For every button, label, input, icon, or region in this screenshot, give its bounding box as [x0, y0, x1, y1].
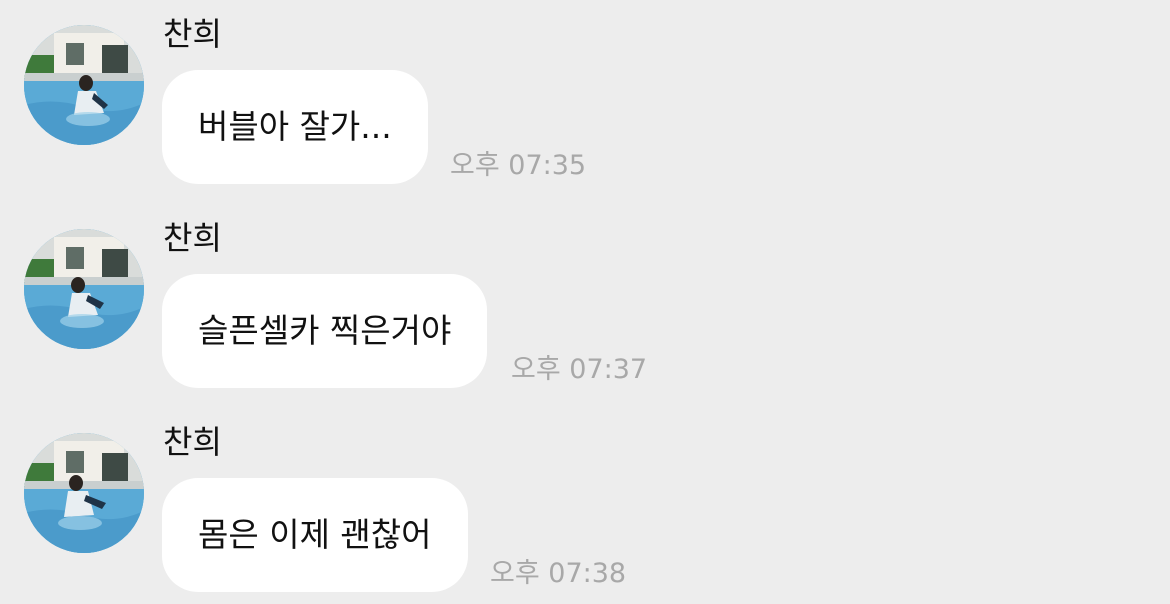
- message-bubble[interactable]: 버블아 잘가...: [162, 70, 428, 184]
- sender-avatar[interactable]: [24, 229, 144, 349]
- sender-name: 찬희: [163, 423, 222, 461]
- chat-message: 찬희 몸은 이제 괜찮어 오후 07:38: [0, 408, 1170, 598]
- sender-name: 찬희: [163, 15, 222, 53]
- message-bubble[interactable]: 몸은 이제 괜찮어: [162, 478, 468, 592]
- sender-avatar[interactable]: [24, 25, 144, 145]
- sender-name: 찬희: [163, 219, 222, 257]
- chat-message: 찬희 슬픈셀카 찍은거야 오후 07:37: [0, 204, 1170, 394]
- profile-photo-icon: [24, 229, 144, 349]
- chat-message-list: 찬희 버블아 잘가... 오후 07:35 찬희 슬픈셀카 찍은거야 오후 07…: [0, 0, 1170, 604]
- profile-photo-icon: [24, 25, 144, 145]
- message-bubble[interactable]: 슬픈셀카 찍은거야: [162, 274, 488, 388]
- message-timestamp: 오후 07:37: [511, 354, 648, 385]
- profile-photo-icon: [24, 433, 144, 553]
- message-timestamp: 오후 07:35: [450, 150, 587, 181]
- message-timestamp: 오후 07:38: [490, 558, 627, 589]
- chat-message: 찬희 버블아 잘가... 오후 07:35: [0, 0, 1170, 190]
- sender-avatar[interactable]: [24, 433, 144, 553]
- message-text: 슬픈셀카 찍은거야: [198, 311, 452, 350]
- message-text: 버블아 잘가...: [198, 107, 392, 146]
- message-text: 몸은 이제 괜찮어: [198, 515, 432, 554]
